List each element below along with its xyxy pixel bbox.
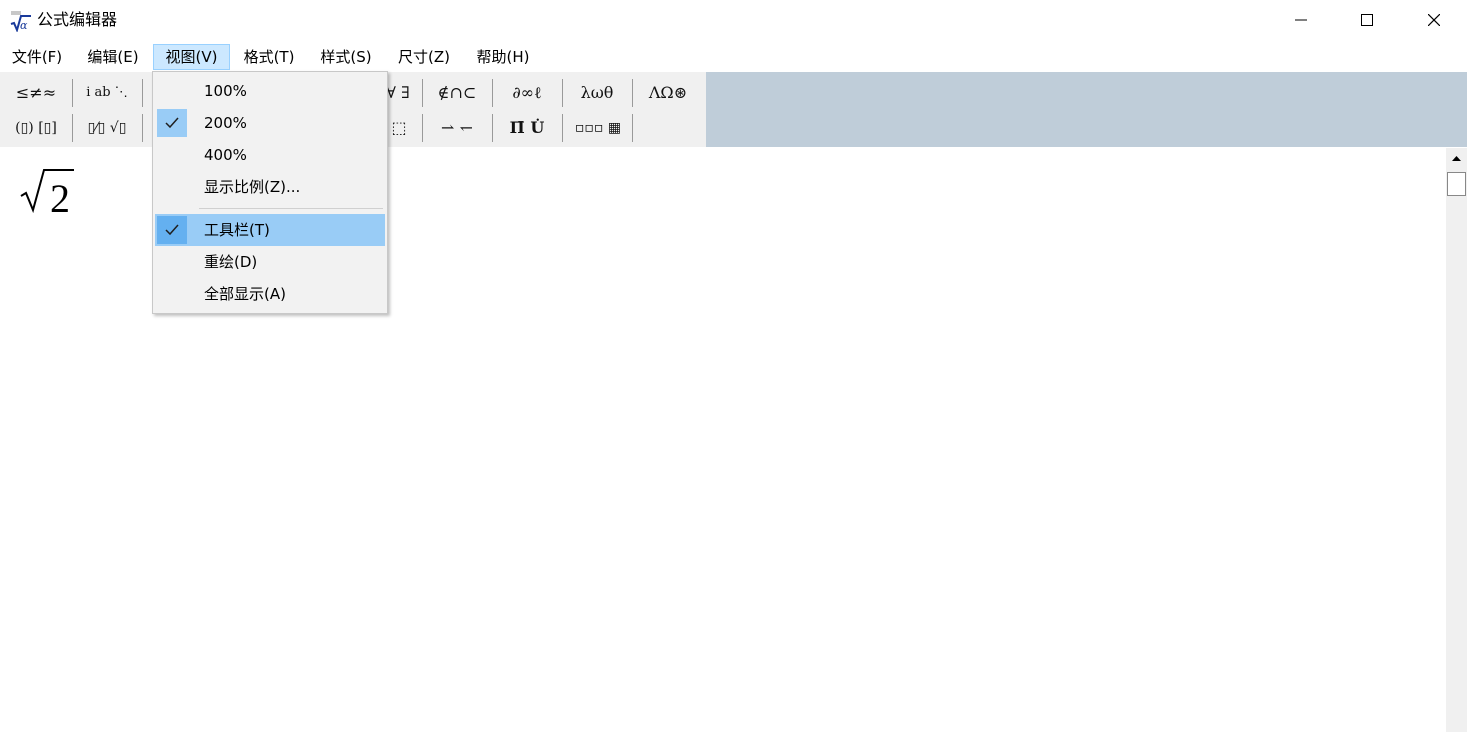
window-title: 公式编辑器 xyxy=(37,10,118,29)
view-menu-item-400[interactable]: 400% xyxy=(155,139,385,171)
lowercase-greek-palette-button[interactable]: λωθ xyxy=(567,77,627,109)
view-menu-item-toolbar[interactable]: 工具栏(T) xyxy=(155,214,385,246)
view-menu-item-200[interactable]: 200% xyxy=(155,107,385,139)
view-menu-item-redraw[interactable]: 重绘(D) xyxy=(155,246,385,278)
menu-style[interactable]: 样式(S) xyxy=(315,44,377,70)
calculus-symbols-palette-button[interactable]: ∂∞ℓ xyxy=(497,77,557,109)
fraction-radical-template-button[interactable]: ▯⁄▯ √▯ xyxy=(76,112,138,144)
menu-item-label: 200% xyxy=(204,114,247,132)
menu-item-label: 重绘(D) xyxy=(204,253,258,271)
title-bar: α 公式编辑器 xyxy=(0,0,1467,40)
vertical-scrollbar[interactable] xyxy=(1446,148,1467,732)
menu-item-label: 全部显示(A) xyxy=(204,285,286,303)
radicand-text: 2 xyxy=(50,176,70,221)
toolbar-separator xyxy=(142,79,143,107)
toolbar-separator xyxy=(72,114,73,142)
toolbar-separator xyxy=(422,79,423,107)
box-template-button[interactable]: ⬚ xyxy=(384,112,414,144)
menu-item-label: 工具栏(T) xyxy=(204,221,270,239)
menu-separator xyxy=(199,208,383,209)
view-menu-item-show-all[interactable]: 全部显示(A) xyxy=(155,278,385,310)
toolbar-separator xyxy=(422,114,423,142)
menu-view[interactable]: 视图(V) xyxy=(153,44,230,70)
view-menu-dropdown: 100% 200% 400% 显示比例(Z)... 工具栏(T) 重绘(D) 全… xyxy=(152,71,388,314)
scroll-thumb[interactable] xyxy=(1447,172,1466,196)
minimize-icon xyxy=(1295,19,1307,21)
formula-sqrt-2[interactable]: 2 xyxy=(18,164,88,224)
toolbar-separator xyxy=(142,114,143,142)
minimize-button[interactable] xyxy=(1268,0,1334,40)
menu-format[interactable]: 格式(T) xyxy=(238,44,300,70)
app-icon: α xyxy=(10,10,32,32)
set-theory-palette-button[interactable]: ∉∩⊂ xyxy=(427,77,487,109)
uppercase-greek-palette-button[interactable]: ΛΩ⊛ xyxy=(637,77,699,109)
arrow-template-button[interactable]: ⇀ ↽ xyxy=(427,112,487,144)
toolbar-separator xyxy=(492,114,493,142)
menu-help[interactable]: 帮助(H) xyxy=(470,44,536,70)
fences-template-button[interactable]: (▯) [▯] xyxy=(6,112,66,144)
toolbar-separator xyxy=(492,79,493,107)
svg-text:α: α xyxy=(20,19,28,32)
menu-size[interactable]: 尺寸(Z) xyxy=(393,44,455,70)
maximize-icon xyxy=(1361,14,1373,26)
toolbar-separator xyxy=(562,79,563,107)
checkmark-icon xyxy=(157,109,187,137)
toolbar-separator xyxy=(632,114,633,142)
menu-item-label: 显示比例(Z)... xyxy=(204,178,301,196)
matrix-template-button[interactable]: ▫▫▫ ▦ xyxy=(567,112,629,144)
toolbar-separator xyxy=(72,79,73,107)
close-button[interactable] xyxy=(1401,0,1467,40)
product-accent-template-button[interactable]: Π̄ U̇ xyxy=(497,112,557,144)
spaces-ellipses-palette-button[interactable]: ⅰ ab ⋱ xyxy=(76,77,138,109)
menu-edit[interactable]: 编辑(E) xyxy=(82,44,144,70)
menu-file[interactable]: 文件(F) xyxy=(6,44,68,70)
relations-palette-button[interactable]: ≤≠≈ xyxy=(6,77,66,109)
view-menu-item-zoom[interactable]: 显示比例(Z)... xyxy=(155,171,385,203)
close-icon xyxy=(1428,14,1440,26)
view-menu-item-100[interactable]: 100% xyxy=(155,75,385,107)
checkmark-icon xyxy=(157,216,187,244)
menu-item-label: 400% xyxy=(204,146,247,164)
maximize-button[interactable] xyxy=(1334,0,1400,40)
toolbar-separator xyxy=(632,79,633,107)
scroll-up-arrow-icon[interactable] xyxy=(1446,148,1467,170)
menu-bar: 文件(F) 编辑(E) 视图(V) 格式(T) 样式(S) 尺寸(Z) 帮助(H… xyxy=(0,42,1467,72)
toolbar-separator xyxy=(562,114,563,142)
menu-item-label: 100% xyxy=(204,82,247,100)
